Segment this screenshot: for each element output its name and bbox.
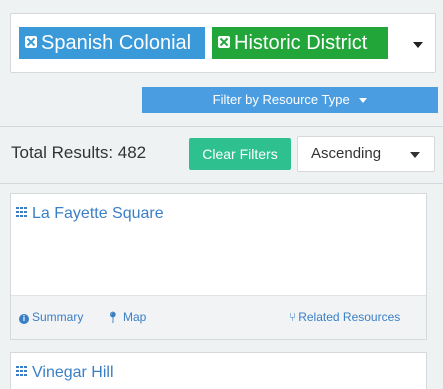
related-label: Related Resources	[298, 310, 401, 324]
result-title: La Fayette Square	[32, 205, 164, 222]
summary-link[interactable]: i Summary	[19, 310, 83, 324]
chevron-down-icon	[410, 152, 420, 158]
related-fork-icon: ⑂	[289, 310, 297, 324]
result-card: Vinegar Hill	[10, 352, 427, 389]
tag-select-box[interactable]: Spanish Colonial Historic District	[10, 13, 436, 73]
filter-button-label: Filter by Resource Type	[212, 92, 350, 107]
chevron-down-icon[interactable]	[413, 42, 423, 48]
related-resources-link[interactable]: ⑂ Related Resources	[289, 310, 400, 324]
tag-label: Spanish Colonial	[41, 32, 192, 54]
chevron-down-icon	[359, 98, 368, 104]
summary-label: Summary	[32, 310, 84, 324]
info-icon: i	[19, 314, 29, 324]
result-card: La Fayette Square i Summary 📍︎ Map ⑂ Relate…	[10, 193, 427, 340]
grid-icon	[16, 366, 28, 376]
divider	[0, 126, 443, 127]
total-results: Total Results: 482	[11, 143, 147, 162]
close-icon[interactable]	[218, 36, 230, 48]
result-title-link[interactable]: Vinegar Hill	[16, 364, 114, 382]
close-icon[interactable]	[25, 36, 37, 48]
card-footer: i Summary 📍︎ Map ⑂ Related Resources	[11, 295, 426, 339]
filter-by-resource-type-button[interactable]: Filter by Resource Type	[142, 87, 438, 113]
map-marker-icon: 📍︎	[106, 312, 120, 324]
map-label: Map	[122, 310, 147, 324]
tag-spanish-colonial: Spanish Colonial	[19, 27, 205, 59]
divider	[0, 183, 443, 184]
result-title-link[interactable]: La Fayette Square	[16, 205, 164, 223]
result-title: Vinegar Hill	[32, 364, 114, 381]
map-link[interactable]: 📍︎ Map	[106, 310, 146, 324]
tag-label: Historic District	[234, 32, 368, 54]
sort-order-select[interactable]: Ascending	[297, 136, 435, 172]
grid-icon	[16, 207, 28, 217]
tag-historic-district: Historic District	[212, 27, 388, 59]
clear-filters-button[interactable]: Clear Filters	[189, 138, 291, 170]
sort-order-value: Ascending	[311, 145, 382, 162]
